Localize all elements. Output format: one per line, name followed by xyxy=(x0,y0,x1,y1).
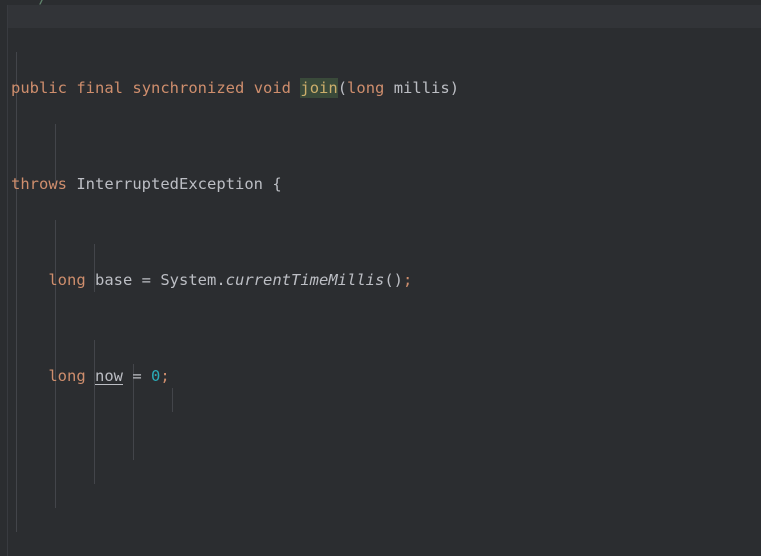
code-line-blank[interactable] xyxy=(0,460,761,484)
token-punct: ) xyxy=(449,79,460,97)
code-editor[interactable]: public final synchronized void join(long… xyxy=(0,0,761,556)
token-class-system: System xyxy=(160,271,217,289)
code-line[interactable]: long now = 0; xyxy=(0,364,761,388)
code-content[interactable]: public final synchronized void join(long… xyxy=(0,0,761,556)
token-keyword-final: final xyxy=(76,79,124,97)
token-punct: ; xyxy=(402,271,413,289)
token-punct: = xyxy=(123,367,151,385)
token-punct: ; xyxy=(160,367,170,385)
token-punct: = xyxy=(132,271,161,289)
token-number-zero: 0 xyxy=(151,367,161,385)
token-keyword-long: long xyxy=(48,271,86,289)
token-param-millis: millis xyxy=(393,79,450,97)
token-keyword-long: long xyxy=(347,79,385,97)
editor-gutter[interactable] xyxy=(0,0,8,556)
partial-comment-line: */ xyxy=(0,0,761,5)
code-line[interactable]: throws InterruptedException { xyxy=(0,172,761,196)
token-keyword-long: long xyxy=(48,367,86,385)
token-keyword-void: void xyxy=(253,79,292,97)
token-var-base: base xyxy=(95,271,133,289)
token-method-currenttimemillis: currentTimeMillis xyxy=(225,271,385,289)
token-type-interruptedexception: InterruptedException xyxy=(76,175,263,193)
token-punct: () xyxy=(384,271,403,289)
token-punct: ( xyxy=(337,79,348,97)
token-punct: { xyxy=(262,175,282,193)
token-punct: . xyxy=(216,271,226,289)
code-line[interactable]: long base = System.currentTimeMillis(); xyxy=(0,268,761,292)
javadoc-close-glyph: */ xyxy=(29,0,48,5)
token-keyword-throws: throws xyxy=(11,175,67,193)
code-line[interactable]: public final synchronized void join(long… xyxy=(0,76,761,100)
token-keyword-public: public xyxy=(11,79,67,97)
token-keyword-synchronized: synchronized xyxy=(132,79,245,97)
token-method-name-join[interactable]: join xyxy=(300,78,338,98)
token-var-now: now xyxy=(95,367,123,385)
